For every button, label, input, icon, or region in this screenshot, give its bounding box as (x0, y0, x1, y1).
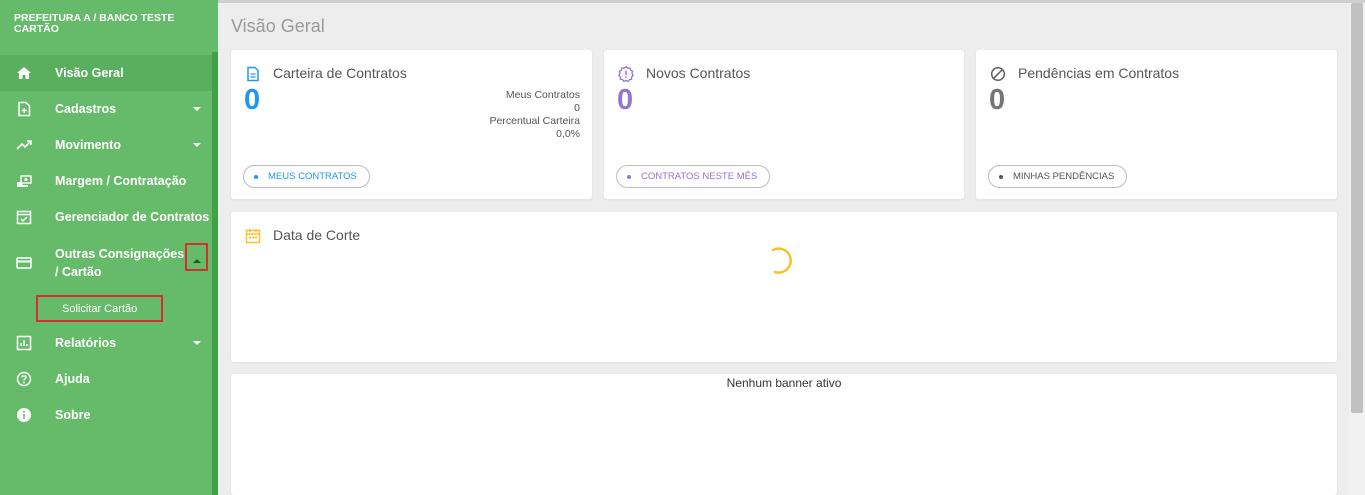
dot-icon (254, 174, 258, 179)
meus-contratos-button[interactable]: MEUS CONTRATOS (243, 165, 370, 188)
block-icon (990, 66, 1006, 82)
card-pendencias-contratos: Pendências em Contratos 0 MINHAS PENDÊNC… (976, 50, 1337, 199)
sidebar-item-label: Gerenciador de Contratos (55, 210, 210, 224)
card-title: Carteira de Contratos (273, 65, 407, 81)
button-label: MINHAS PENDÊNCIAS (1013, 171, 1115, 182)
sidebar-item-visao-geral[interactable]: Visão Geral (0, 55, 212, 91)
button-label: CONTRATOS NESTE MÊS (641, 171, 758, 182)
page-scrollbar-thumb[interactable] (1351, 3, 1363, 413)
sidebar-item-label: Outras Consignações / Cartão (55, 247, 185, 279)
help-icon (15, 370, 33, 388)
dot-icon (627, 174, 631, 179)
sidebar-item-label: Margem / Contratação (55, 174, 187, 188)
minhas-pendencias-button[interactable]: MINHAS PENDÊNCIAS (988, 165, 1128, 188)
percentual-carteira-label: Percentual Carteira (489, 115, 580, 127)
sidebar-item-gerenciador-contratos[interactable]: Gerenciador de Contratos (0, 199, 212, 235)
info-icon (15, 406, 33, 424)
card-title: Pendências em Contratos (1018, 65, 1180, 81)
banner-message: Nenhum banner ativo (726, 376, 842, 390)
card-carteira-contratos: Carteira de Contratos 0 Meus Contratos 0… (231, 50, 592, 199)
top-divider (218, 0, 1365, 3)
page-title: Visão Geral (231, 16, 325, 36)
card-value: 0 (989, 84, 1006, 116)
chevron-down-icon[interactable] (193, 341, 201, 345)
sidebar: PREFEITURA A / BANCO TESTE CARTÃO Visão … (0, 0, 218, 495)
card-data-de-corte: Data de Corte (231, 212, 1337, 362)
checked-calendar-icon (15, 208, 33, 226)
trending-up-icon (15, 136, 33, 154)
collapse-toggle[interactable] (185, 243, 208, 271)
card-banner: Nenhum banner ativo (231, 374, 1337, 495)
add-document-icon (15, 100, 33, 118)
dot-icon (999, 174, 1003, 179)
button-label: MEUS CONTRATOS (268, 171, 357, 182)
meus-contratos-value: 0 (574, 102, 580, 114)
chevron-down-icon[interactable] (193, 143, 201, 147)
sidebar-item-outras-consignacoes-cartao[interactable]: Outras Consignações / Cartão (0, 243, 212, 283)
card-value: 0 (244, 84, 261, 116)
loading-spinner-icon (771, 247, 792, 274)
meus-contratos-label: Meus Contratos (505, 89, 580, 101)
sidebar-item-label: Visão Geral (55, 66, 124, 80)
bar-chart-icon (15, 334, 33, 352)
sidebar-item-label: Cadastros (55, 102, 117, 116)
calendar-icon (245, 228, 261, 244)
home-icon (15, 64, 33, 82)
card-value: 0 (617, 84, 634, 116)
sidebar-item-ajuda[interactable]: Ajuda (0, 361, 212, 397)
sidebar-item-label: Relatórios (55, 336, 117, 350)
percentual-carteira-value: 0,0% (556, 128, 580, 140)
card-novos-contratos: Novos Contratos 0 CONTRATOS NESTE MÊS (604, 50, 964, 199)
sidebar-item-sobre[interactable]: Sobre (0, 397, 212, 433)
sidebar-scrollbar[interactable] (212, 52, 218, 495)
sidebar-item-label: Movimento (55, 138, 121, 152)
card-title: Data de Corte (273, 227, 361, 243)
card-title: Novos Contratos (646, 65, 751, 81)
credit-card-icon (15, 254, 33, 272)
organization-name: PREFEITURA A / BANCO TESTE CARTÃO (14, 12, 175, 35)
sidebar-item-movimento[interactable]: Movimento (0, 127, 212, 163)
hand-money-icon (15, 172, 33, 190)
sidebar-item-cadastros[interactable]: Cadastros (0, 91, 212, 127)
alert-badge-icon (617, 65, 635, 83)
sidebar-item-relatorios[interactable]: Relatórios (0, 325, 212, 361)
sidebar-subitem-solicitar-cartao[interactable]: Solicitar Cartão (36, 295, 163, 322)
contratos-neste-mes-button[interactable]: CONTRATOS NESTE MÊS (616, 165, 771, 188)
sidebar-item-label: Sobre (55, 408, 91, 422)
sidebar-item-margem-contratacao[interactable]: Margem / Contratação (0, 163, 212, 199)
sidebar-item-label: Ajuda (55, 372, 90, 386)
chevron-down-icon[interactable] (193, 107, 201, 111)
document-icon (245, 66, 261, 82)
chevron-up-icon (192, 259, 201, 263)
